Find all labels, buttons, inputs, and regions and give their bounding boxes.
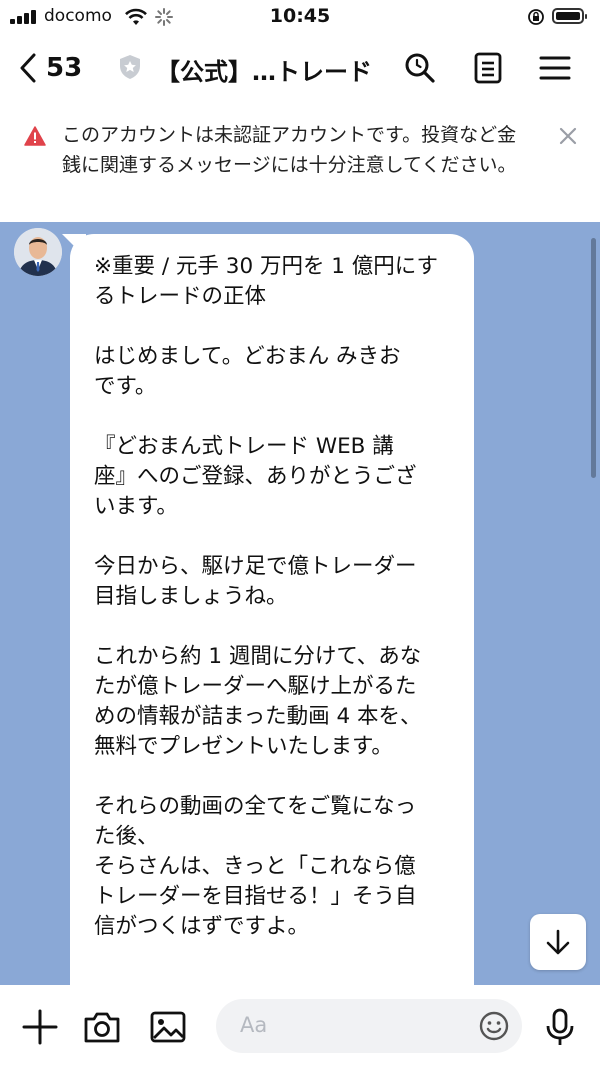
warning-text: このアカウントは未認証アカウントです。投資など金銭に関連するメッセージには十分注… xyxy=(62,124,517,176)
chat-title: 【公式】…トレード xyxy=(156,58,372,86)
chat-header: 53 【公式】…トレード xyxy=(0,38,600,100)
message-paragraph: はじめまして。どおまん みきお です。 xyxy=(94,344,401,399)
battery-icon xyxy=(552,8,587,24)
rotation-lock-icon xyxy=(528,9,544,25)
message-paragraph: 今日から、駆け足で億トレーダー 目指しましょうね。 xyxy=(94,554,417,609)
message-text: ※重要 / 元手 30 万円を 1 億円にす るトレードの正体 はじめまして。ど… xyxy=(94,252,456,972)
scrollbar[interactable] xyxy=(591,238,596,478)
unverified-account-warning: このアカウントは未認証アカウントです。投資など金銭に関連するメッセージには十分注… xyxy=(0,104,600,222)
arrow-down-icon xyxy=(546,929,570,955)
unread-count: 53 xyxy=(46,53,83,83)
message-paragraph: これから約 1 週間に分けて、あな たが億トレーダーへ駆け上がるた めの情報が詰… xyxy=(94,644,422,759)
search-icon[interactable] xyxy=(402,50,438,86)
message-paragraph: ※重要 / 元手 30 万円を 1 億円にす るトレードの正体 xyxy=(94,254,439,309)
back-button[interactable]: 53 xyxy=(18,50,82,86)
message-paragraph: 『どおまん式トレード WEB 講 座』へのご登録、ありがとうござ います。 xyxy=(94,434,417,519)
profile-photo-icon xyxy=(14,228,62,276)
notes-icon[interactable] xyxy=(470,50,506,86)
chevron-left-icon xyxy=(20,53,36,83)
avatar[interactable] xyxy=(14,228,62,276)
message-input-bar: Aa xyxy=(0,985,600,1067)
camera-icon[interactable] xyxy=(82,1007,122,1047)
emoji-icon[interactable] xyxy=(478,1010,510,1042)
status-bar: docomo 10:45 xyxy=(0,0,600,36)
message-input-placeholder: Aa xyxy=(240,1013,268,1037)
shield-icon xyxy=(120,55,140,79)
message-input[interactable]: Aa xyxy=(216,999,522,1053)
microphone-icon[interactable] xyxy=(540,1007,580,1047)
close-icon[interactable] xyxy=(556,124,580,148)
chat-area[interactable]: ※重要 / 元手 30 万円を 1 億円にす るトレードの正体 はじめまして。ど… xyxy=(0,222,600,985)
message-bubble[interactable]: ※重要 / 元手 30 万円を 1 億円にす るトレードの正体 はじめまして。ど… xyxy=(70,234,474,985)
image-icon[interactable] xyxy=(148,1007,188,1047)
scroll-to-bottom-button[interactable] xyxy=(530,914,586,970)
menu-icon[interactable] xyxy=(537,50,573,86)
clock: 10:45 xyxy=(269,5,331,27)
message-paragraph: それらの動画の全てをご覧になっ た後、 そらさんは、きっと「これなら億 トレーダ… xyxy=(94,794,417,939)
warning-icon xyxy=(24,126,46,146)
plus-icon[interactable] xyxy=(20,1007,60,1047)
